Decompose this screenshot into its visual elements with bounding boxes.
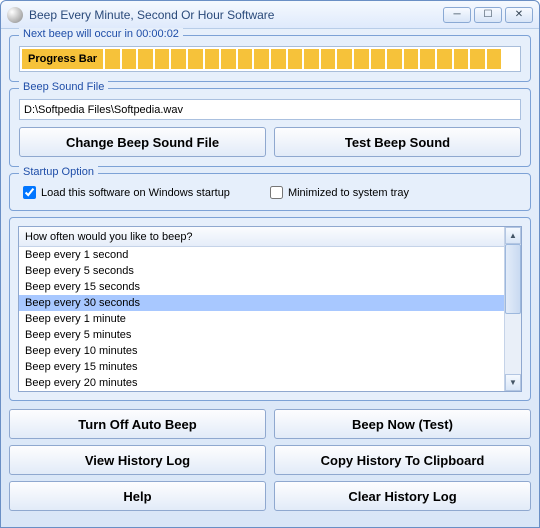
progress-segment <box>105 49 120 69</box>
change-sound-file-button[interactable]: Change Beep Sound File <box>19 127 266 157</box>
scroll-track[interactable] <box>505 244 521 374</box>
progress-segment <box>420 49 435 69</box>
minimize-tray-label: Minimized to system tray <box>288 187 409 199</box>
list-item[interactable]: Beep every 15 seconds <box>19 279 504 295</box>
help-button[interactable]: Help <box>9 481 266 511</box>
list-item[interactable]: Beep every 1 minute <box>19 311 504 327</box>
minimize-tray-input[interactable] <box>270 186 283 199</box>
progress-bar: Progress Bar <box>19 46 521 72</box>
interval-list-header: How often would you like to beep? <box>19 227 504 247</box>
list-item[interactable]: Beep every 5 seconds <box>19 263 504 279</box>
progress-segment <box>437 49 452 69</box>
scroll-up-button[interactable]: ▲ <box>505 227 521 244</box>
scrollbar[interactable]: ▲ ▼ <box>504 227 521 391</box>
next-beep-group: Next beep will occur in 00:00:02 Progres… <box>9 35 531 82</box>
startup-option-group: Startup Option Load this software on Win… <box>9 173 531 211</box>
load-on-startup-input[interactable] <box>23 186 36 199</box>
progress-segment <box>221 49 236 69</box>
interval-list-area: How often would you like to beep? Beep e… <box>9 217 531 401</box>
progress-segment <box>288 49 303 69</box>
list-item[interactable]: Beep every 30 seconds <box>19 295 504 311</box>
minimize-tray-checkbox[interactable]: Minimized to system tray <box>270 186 409 199</box>
clear-history-log-button[interactable]: Clear History Log <box>274 481 531 511</box>
list-item[interactable]: Beep every 20 minutes <box>19 375 504 391</box>
progress-segment <box>487 49 502 69</box>
copy-history-clipboard-button[interactable]: Copy History To Clipboard <box>274 445 531 475</box>
scroll-thumb[interactable] <box>505 244 521 314</box>
progress-segments <box>105 49 518 69</box>
progress-segment <box>337 49 352 69</box>
progress-segment <box>205 49 220 69</box>
list-item[interactable]: Beep every 5 minutes <box>19 327 504 343</box>
content-area: Next beep will occur in 00:00:02 Progres… <box>1 29 539 527</box>
scroll-down-button[interactable]: ▼ <box>505 374 521 391</box>
window-title: Beep Every Minute, Second Or Hour Softwa… <box>29 8 274 22</box>
sound-file-group-title: Beep Sound File <box>19 81 108 93</box>
close-button[interactable]: ✕ <box>505 7 533 23</box>
titlebar: Beep Every Minute, Second Or Hour Softwa… <box>1 1 539 29</box>
progress-segment <box>188 49 203 69</box>
turn-off-auto-beep-button[interactable]: Turn Off Auto Beep <box>9 409 266 439</box>
progress-segment <box>155 49 170 69</box>
app-icon <box>7 7 23 23</box>
startup-group-title: Startup Option <box>19 166 98 178</box>
load-on-startup-checkbox[interactable]: Load this software on Windows startup <box>23 186 230 199</box>
progress-segment <box>138 49 153 69</box>
progress-segment <box>171 49 186 69</box>
progress-segment <box>304 49 319 69</box>
view-history-log-button[interactable]: View History Log <box>9 445 266 475</box>
sound-file-group: Beep Sound File Change Beep Sound File T… <box>9 88 531 167</box>
progress-segment <box>454 49 469 69</box>
progress-segment <box>371 49 386 69</box>
list-item[interactable]: Beep every 1 second <box>19 247 504 263</box>
app-window: Beep Every Minute, Second Or Hour Softwa… <box>0 0 540 528</box>
maximize-button[interactable]: ☐ <box>474 7 502 23</box>
progress-segment <box>271 49 286 69</box>
interval-list-body: Beep every 1 secondBeep every 5 secondsB… <box>19 247 504 391</box>
progress-bar-label: Progress Bar <box>22 49 105 69</box>
test-beep-sound-button[interactable]: Test Beep Sound <box>274 127 521 157</box>
interval-listbox[interactable]: How often would you like to beep? Beep e… <box>18 226 522 392</box>
sound-file-path-input[interactable] <box>19 99 521 120</box>
load-on-startup-label: Load this software on Windows startup <box>41 187 230 199</box>
progress-segment <box>387 49 402 69</box>
progress-segment <box>321 49 336 69</box>
progress-segment <box>470 49 485 69</box>
progress-segment <box>404 49 419 69</box>
list-item[interactable]: Beep every 15 minutes <box>19 359 504 375</box>
next-beep-label: Next beep will occur in 00:00:02 <box>19 28 183 40</box>
minimize-button[interactable]: ─ <box>443 7 471 23</box>
progress-segment <box>503 49 518 69</box>
progress-segment <box>238 49 253 69</box>
beep-now-test-button[interactable]: Beep Now (Test) <box>274 409 531 439</box>
bottom-button-grid: Turn Off Auto Beep Beep Now (Test) View … <box>9 409 531 511</box>
list-item[interactable]: Beep every 10 minutes <box>19 343 504 359</box>
progress-segment <box>354 49 369 69</box>
progress-segment <box>254 49 269 69</box>
progress-segment <box>122 49 137 69</box>
